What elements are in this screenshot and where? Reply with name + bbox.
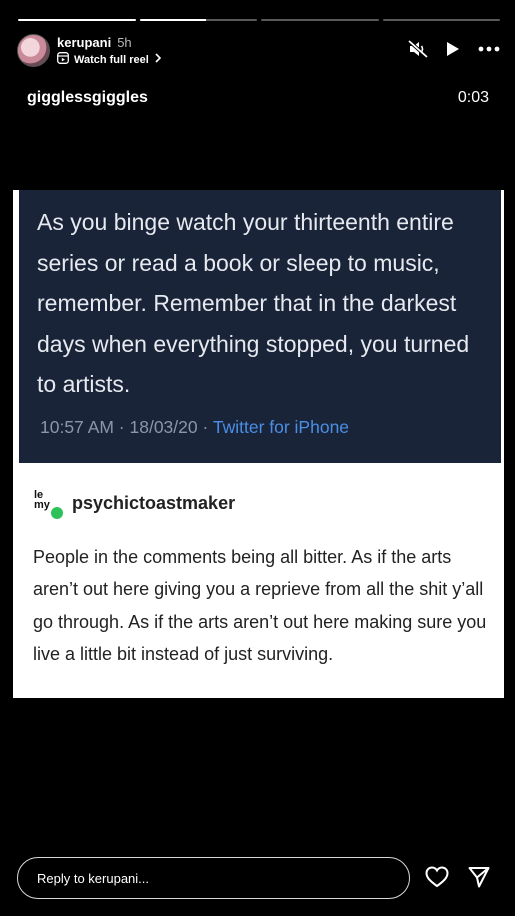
tumblr-post-header: le my psychictoastmaker <box>34 490 236 520</box>
progress-segment-3 <box>261 19 379 21</box>
progress-segment-4 <box>382 19 500 21</box>
watch-full-reel-label: Watch full reel <box>74 53 149 66</box>
story-media: As you binge watch your thirteenth entir… <box>13 190 504 698</box>
watch-full-reel-link[interactable]: Watch full reel <box>57 52 162 67</box>
caption-username[interactable]: gigglessgiggles <box>27 89 148 107</box>
username[interactable]: kerupani <box>57 35 111 50</box>
video-timer: 0:03 <box>457 89 489 106</box>
story-progress <box>18 19 500 21</box>
blog-badge-icon <box>50 506 64 520</box>
play-icon[interactable] <box>446 41 460 57</box>
blog-avatar: le my <box>34 490 64 520</box>
story-header: kerupani 5h Watch full reel <box>17 34 500 68</box>
progress-segment-2 <box>139 19 257 21</box>
send-icon[interactable] <box>468 866 490 893</box>
blog-name: psychictoastmaker <box>72 492 236 513</box>
avatar[interactable] <box>17 34 50 67</box>
tweet-timestamp: 10:57 AM · 18/03/20 · <box>40 417 213 437</box>
reply-input[interactable]: Reply to kerupani... <box>17 857 410 899</box>
muted-speaker-icon[interactable] <box>408 40 428 58</box>
reply-placeholder: Reply to kerupani... <box>37 870 150 886</box>
posted-time: 5h <box>117 35 132 50</box>
reel-icon <box>57 52 69 67</box>
progress-segment-1 <box>18 19 136 21</box>
tweet-source: Twitter for iPhone <box>212 417 350 437</box>
tumblr-post-text: People in the comments being all bitter.… <box>33 547 487 664</box>
heart-icon[interactable] <box>425 866 449 893</box>
tweet-text: As you binge watch your thirteenth entir… <box>37 209 470 397</box>
more-icon[interactable] <box>478 46 500 52</box>
chevron-right-icon <box>154 53 162 66</box>
tweet-screenshot: As you binge watch your thirteenth entir… <box>19 190 501 463</box>
username-row[interactable]: kerupani 5h <box>57 35 132 50</box>
tweet-meta: 10:57 AM · 18/03/20 · Twitter for iPhone <box>40 417 349 438</box>
